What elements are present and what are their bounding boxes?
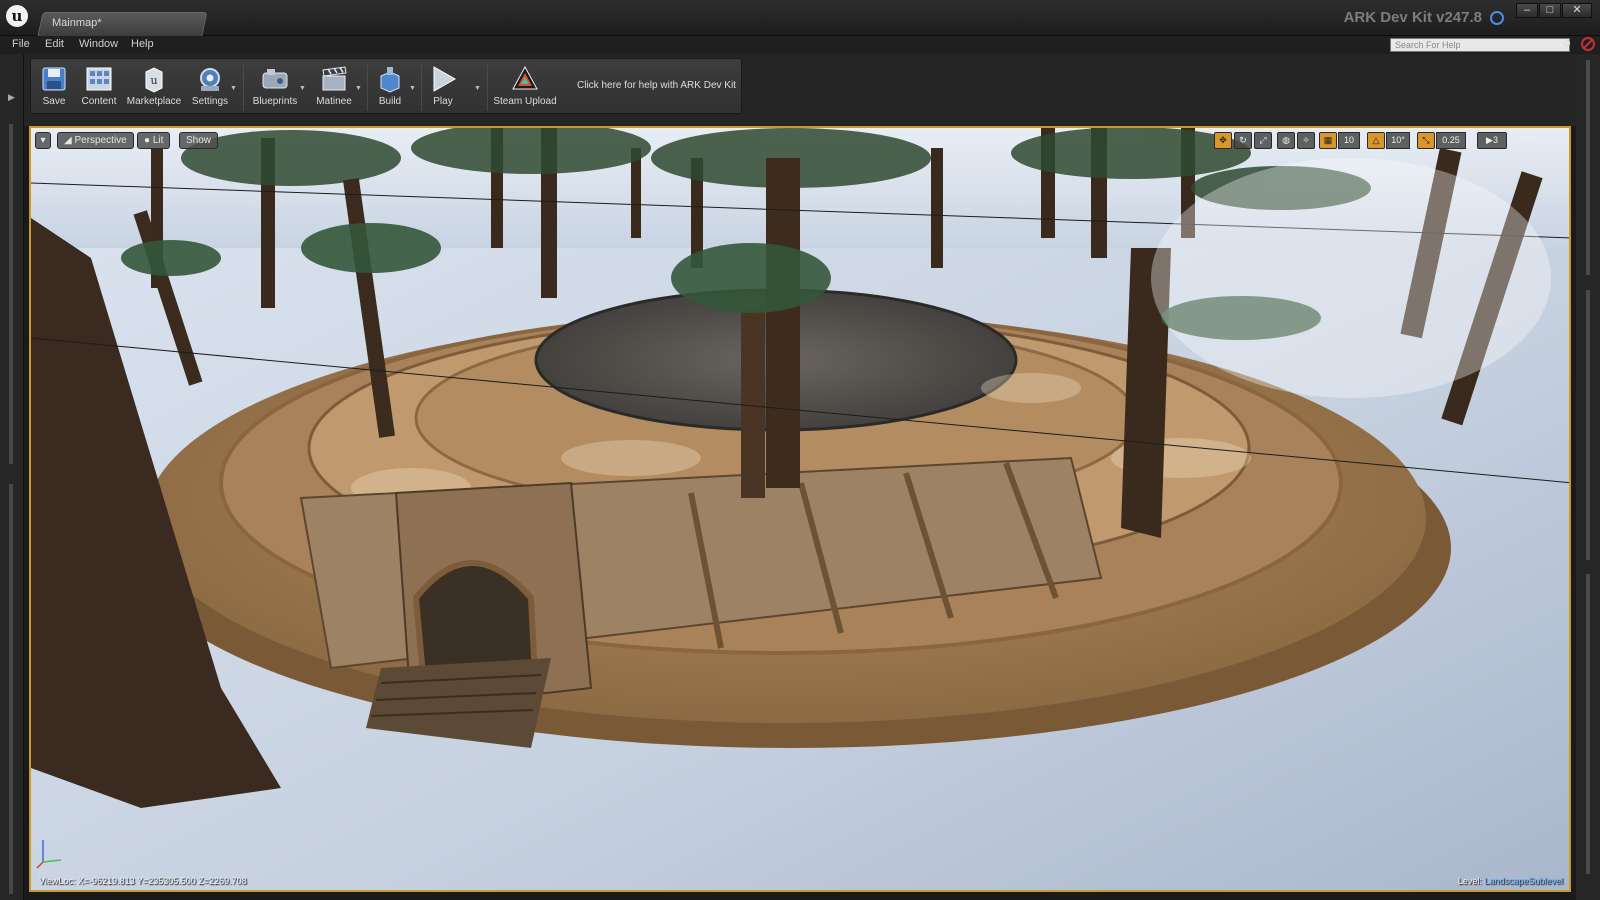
blueprints-dropdown-icon[interactable]: ▼ — [299, 85, 306, 92]
camera-icon: ▶ — [1486, 135, 1493, 145]
matinee-button[interactable]: Matinee — [309, 59, 359, 115]
settings-dropdown-icon[interactable]: ▼ — [230, 85, 237, 92]
content-icon — [86, 67, 112, 91]
play-icon — [433, 66, 457, 92]
blueprints-label: Blueprints — [252, 96, 298, 107]
lighting-mode-button[interactable]: ● Lit — [137, 132, 171, 149]
camera-speed-value: 3 — [1492, 135, 1498, 145]
search-icon[interactable]: ⚲ — [1563, 38, 1575, 51]
scene-render — [31, 128, 1569, 890]
no-entry-icon[interactable] — [1581, 37, 1595, 51]
grid-snap-icon[interactable]: ▦ — [1319, 132, 1337, 149]
show-flags-button[interactable]: Show — [179, 132, 219, 149]
save-button[interactable]: Save — [35, 59, 73, 115]
level-viewport[interactable]: ▾ ◢ Perspective ● Lit Show ✥ ↻ ⤢ ◍ ✧ ▦ 1… — [29, 126, 1571, 892]
settings-button[interactable]: Settings — [187, 59, 233, 115]
translate-tool-icon[interactable]: ✥ — [1214, 132, 1232, 149]
perspective-icon: ◢ — [64, 135, 72, 146]
maximize-button[interactable]: □ — [1539, 3, 1561, 18]
axis-gizmo — [36, 840, 62, 869]
maximize-viewport-icon[interactable]: ⧉ — [1519, 132, 1537, 149]
surface-snap-icon[interactable]: ✧ — [1297, 132, 1315, 149]
matinee-dropdown-icon[interactable]: ▼ — [355, 85, 362, 92]
menu-help[interactable]: Help — [131, 38, 154, 50]
build-dropdown-icon[interactable]: ▼ — [409, 85, 416, 92]
build-label: Build — [378, 96, 402, 107]
blueprints-button[interactable]: Blueprints — [247, 59, 303, 115]
scale-tool-icon[interactable]: ⤢ — [1254, 132, 1272, 149]
scale-snap-icon[interactable]: ⤡ — [1417, 132, 1435, 149]
blueprints-icon — [262, 69, 288, 89]
level-label: Level: — [1457, 876, 1482, 886]
view-mode-button[interactable]: ◢ Perspective — [57, 132, 134, 149]
play-button[interactable]: Play — [425, 59, 461, 115]
rotation-snap-icon[interactable]: △ — [1367, 132, 1385, 149]
content-button[interactable]: Content — [77, 59, 121, 115]
viewport-menu-button[interactable]: ▾ — [35, 132, 51, 149]
steam-upload-icon — [512, 65, 538, 90]
view-mode-label: Perspective — [74, 135, 127, 146]
rotation-snap-value[interactable]: 10° — [1386, 132, 1410, 149]
content-label: Content — [81, 96, 117, 107]
document-tab-label: Mainmap* — [52, 17, 102, 29]
camera-speed-button[interactable]: ▶3 — [1477, 132, 1507, 149]
menu-file[interactable]: File — [12, 38, 30, 50]
title-bar: u Mainmap* ARK Dev Kit v247.8 ‒ □ ✕ — [0, 0, 1600, 36]
steam-upload-label: Steam Upload — [493, 96, 557, 107]
matinee-label: Matinee — [316, 96, 352, 107]
minimize-button[interactable]: ‒ — [1516, 3, 1538, 18]
right-dock-strip — [1576, 54, 1600, 900]
close-button[interactable]: ✕ — [1562, 3, 1592, 18]
play-label: Play — [433, 96, 453, 107]
save-label: Save — [42, 96, 66, 107]
steam-upload-button[interactable]: Steam Upload — [491, 59, 559, 115]
matinee-icon — [322, 66, 347, 91]
settings-label: Settings — [191, 96, 229, 107]
app-title: ARK Dev Kit v247.8 — [1343, 9, 1482, 26]
level-name[interactable]: LandscapeSublevel — [1484, 876, 1563, 886]
help-search-input[interactable]: Search For Help — [1390, 38, 1570, 52]
expand-chevron-icon[interactable]: ▶ — [8, 92, 15, 103]
build-button[interactable]: Build — [371, 59, 409, 115]
build-icon — [380, 67, 400, 93]
current-level-readout: Level: LandscapeSublevel — [1458, 876, 1563, 886]
marketplace-label: Marketplace — [126, 96, 182, 107]
rotate-tool-icon[interactable]: ↻ — [1234, 132, 1252, 149]
play-dropdown-icon[interactable]: ▼ — [474, 85, 481, 92]
menu-window[interactable]: Window — [79, 38, 118, 50]
marketplace-button[interactable]: u Marketplace — [125, 59, 183, 115]
settings-icon — [200, 68, 220, 91]
lit-sphere-icon: ● — [144, 135, 151, 146]
devkit-help-link[interactable]: Click here for help with ARK Dev Kit — [577, 80, 736, 91]
menu-bar: File Edit Window Help — [0, 36, 1600, 54]
world-local-toggle-icon[interactable]: ◍ — [1277, 132, 1295, 149]
menu-edit[interactable]: Edit — [45, 38, 64, 50]
view-location-readout: ViewLoc: X=-96219.813 Y=235305.500 Z=226… — [39, 876, 247, 886]
grid-snap-value[interactable]: 10 — [1338, 132, 1360, 149]
unreal-logo-icon[interactable]: u — [6, 5, 28, 27]
marketplace-icon: u — [145, 67, 163, 93]
svg-text:u: u — [150, 74, 157, 87]
source-control-icon[interactable] — [1490, 11, 1504, 25]
left-dock-strip: ▶ — [0, 54, 24, 900]
lighting-mode-label: Lit — [152, 135, 164, 146]
scale-snap-value[interactable]: 0.25 — [1436, 132, 1466, 149]
save-icon — [42, 67, 66, 91]
